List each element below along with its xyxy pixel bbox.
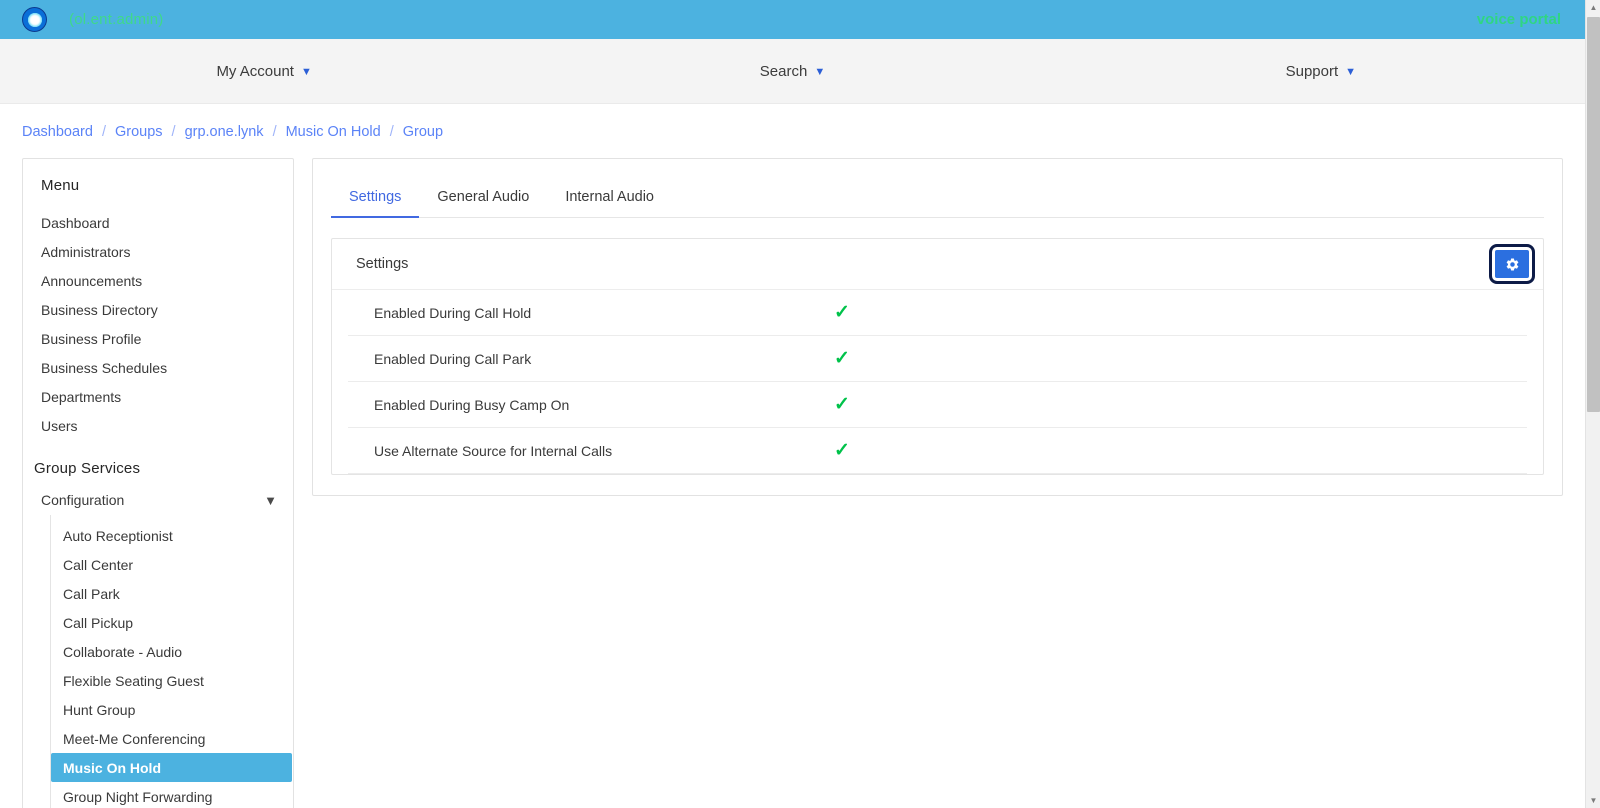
table-row: Enabled During Call Park ✓ (348, 336, 1527, 382)
table-row: Enabled During Busy Camp On ✓ (348, 382, 1527, 428)
sidebar-item-administrators[interactable]: Administrators (23, 237, 293, 266)
gear-icon (1506, 257, 1518, 271)
sidebar-item-meet-me-conferencing[interactable]: Meet-Me Conferencing (51, 724, 292, 753)
nav-item-support-label: Support (1285, 62, 1339, 80)
sidebar-item-auto-receptionist[interactable]: Auto Receptionist (51, 521, 292, 550)
breadcrumb-item-music-on-hold[interactable]: Music On Hold (286, 124, 381, 140)
breadcrumb-separator: / (101, 124, 106, 140)
sidebar-title: Menu (41, 177, 80, 194)
sidebar-item-business-profile[interactable]: Business Profile (23, 324, 293, 353)
nav-slot-search: Search ▼ (528, 59, 1056, 84)
check-icon: ✓ (834, 394, 850, 415)
breadcrumb-separator: / (171, 124, 176, 140)
sidebar-item-call-pickup[interactable]: Call Pickup (51, 608, 292, 637)
chevron-down-icon: ▼ (814, 65, 826, 78)
brand-bar: (ol.ent.admin) voice portal (0, 0, 1585, 39)
sidebar-item-flexible-seating-guest[interactable]: Flexible Seating Guest (51, 666, 292, 695)
nav-item-support[interactable]: Support ▼ (1284, 59, 1358, 84)
chevron-down-icon: ▼ (1345, 65, 1357, 78)
nav-item-my-account[interactable]: My Account ▼ (214, 59, 313, 84)
nav-slot-support: Support ▼ (1057, 59, 1585, 84)
table-row: Use Alternate Source for Internal Calls … (348, 428, 1527, 474)
sidebar-section-group-services: Group Services (34, 460, 141, 477)
settings-gear-button[interactable] (1489, 244, 1535, 284)
sidebar: Menu Dashboard Administrators Announceme… (22, 158, 294, 808)
nav-item-search[interactable]: Search ▼ (758, 59, 827, 84)
nav-item-search-label: Search (759, 62, 808, 80)
scrollbar-thumb[interactable] (1587, 17, 1600, 412)
settings-rows: Enabled During Call Hold ✓ Enabled Durin… (332, 290, 1543, 474)
check-icon: ✓ (834, 440, 850, 461)
breadcrumb-item-grp-one-lynk[interactable]: grp.one.lynk (185, 124, 264, 140)
main-navigation: My Account ▼ Search ▼ Support ▼ (0, 39, 1585, 104)
scroll-up-arrow-icon[interactable]: ▲ (1586, 0, 1600, 15)
check-icon: ✓ (834, 302, 850, 323)
sidebar-item-business-schedules[interactable]: Business Schedules (23, 353, 293, 382)
logo-circle-icon[interactable] (22, 7, 47, 32)
table-row: Enabled During Call Hold ✓ (348, 290, 1527, 336)
setting-label-enabled-during-call-park: Enabled During Call Park (374, 350, 532, 367)
scroll-down-arrow-icon[interactable]: ▼ (1586, 793, 1600, 808)
breadcrumb: Dashboard / Groups / grp.one.lynk / Musi… (0, 104, 1585, 158)
sidebar-item-announcements[interactable]: Announcements (23, 266, 293, 295)
voice-portal-link[interactable]: voice portal (1477, 11, 1561, 28)
sidebar-item-users[interactable]: Users (23, 411, 293, 440)
sidebar-item-call-park[interactable]: Call Park (51, 579, 292, 608)
tab-settings[interactable]: Settings (331, 181, 420, 218)
sidebar-item-collaborate-audio[interactable]: Collaborate - Audio (51, 637, 292, 666)
sidebar-item-hunt-group[interactable]: Hunt Group (51, 695, 292, 724)
breadcrumb-separator: / (272, 124, 277, 140)
breadcrumb-item-group[interactable]: Group (403, 124, 443, 140)
setting-label-enabled-during-busy-camp-on: Enabled During Busy Camp On (374, 396, 570, 413)
sidebar-configuration-subtree: Auto Receptionist Call Center Call Park … (50, 515, 293, 808)
check-icon: ✓ (834, 348, 850, 369)
logo-circle-inner (27, 12, 42, 27)
sidebar-group-configuration[interactable]: Configuration ▼ (23, 485, 293, 515)
brand-left-group: (ol.ent.admin) (22, 7, 164, 32)
sidebar-item-group-night-forwarding[interactable]: Group Night Forwarding (51, 782, 292, 808)
sidebar-group-configuration-label: Configuration (41, 492, 125, 508)
settings-panel: Settings Enabled During Call Hold ✓ Enab… (331, 238, 1544, 475)
nav-slot-account: My Account ▼ (0, 59, 528, 84)
content-columns: Menu Dashboard Administrators Announceme… (0, 158, 1585, 808)
tab-general-audio[interactable]: General Audio (419, 181, 547, 218)
nav-item-my-account-label: My Account (216, 62, 294, 80)
main-content-card: Settings General Audio Internal Audio Se… (312, 158, 1563, 496)
settings-panel-header: Settings (332, 239, 1543, 290)
setting-label-use-alternate-source-for-internal-calls: Use Alternate Source for Internal Calls (374, 442, 613, 459)
page-scrollbar[interactable]: ▲ ▼ (1585, 0, 1600, 808)
setting-label-enabled-during-call-hold: Enabled During Call Hold (374, 304, 532, 321)
chevron-down-icon: ▼ (264, 492, 277, 508)
page-viewport: (ol.ent.admin) voice portal My Account ▼… (0, 0, 1585, 808)
sidebar-item-departments[interactable]: Departments (23, 382, 293, 411)
sidebar-item-business-directory[interactable]: Business Directory (23, 295, 293, 324)
breadcrumb-separator: / (389, 124, 394, 140)
breadcrumb-item-groups[interactable]: Groups (115, 124, 163, 140)
chevron-down-icon: ▼ (300, 65, 312, 78)
sidebar-item-call-center[interactable]: Call Center (51, 550, 292, 579)
sidebar-item-music-on-hold[interactable]: Music On Hold (51, 753, 292, 782)
settings-panel-title: Settings (356, 256, 409, 272)
tab-internal-audio[interactable]: Internal Audio (547, 181, 672, 218)
brand-user-label: (ol.ent.admin) (69, 11, 164, 28)
breadcrumb-item-dashboard[interactable]: Dashboard (22, 124, 93, 140)
sidebar-item-dashboard[interactable]: Dashboard (23, 208, 293, 237)
tab-bar: Settings General Audio Internal Audio (331, 159, 1544, 218)
